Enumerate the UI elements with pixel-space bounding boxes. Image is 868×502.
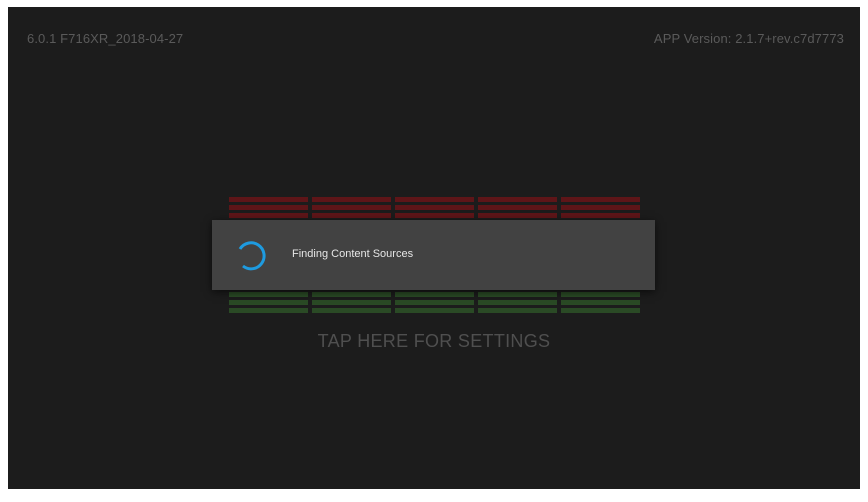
meter-bar-red <box>229 213 308 218</box>
meter-bar-red <box>312 213 391 218</box>
meter-bar-green <box>561 308 640 313</box>
meter-bar-red <box>561 205 640 210</box>
meter-bar-green <box>478 292 557 297</box>
meter-bar-red <box>561 213 640 218</box>
meter-bar-red <box>561 197 640 202</box>
app-screen: 6.0.1 F716XR_2018-04-27 APP Version: 2.1… <box>8 7 860 489</box>
meter-bar-green <box>395 292 474 297</box>
meter-bar-green <box>312 300 391 305</box>
meter-bar-red <box>478 205 557 210</box>
meter-bar-green <box>561 292 640 297</box>
meter-bar-green <box>395 308 474 313</box>
loading-spinner-icon <box>238 241 266 271</box>
meter-bar-green <box>229 300 308 305</box>
meter-bar-green <box>478 300 557 305</box>
meter-bar-green <box>229 292 308 297</box>
meter-bar-green <box>312 292 391 297</box>
meter-bar-red <box>395 197 474 202</box>
settings-button[interactable]: TAP HERE FOR SETTINGS <box>8 331 860 352</box>
app-version-label: APP Version: 2.1.7+rev.c7d7773 <box>653 31 844 46</box>
meter-bar-red <box>395 213 474 218</box>
meter-bar-green <box>478 308 557 313</box>
meter-bar-green <box>312 308 391 313</box>
progress-dialog: Finding Content Sources <box>212 220 655 290</box>
build-info-label: 6.0.1 F716XR_2018-04-27 <box>27 31 184 46</box>
meter-bar-green <box>561 300 640 305</box>
meter-bar-red <box>229 197 308 202</box>
meter-bar-red <box>312 197 391 202</box>
dialog-message: Finding Content Sources <box>292 248 414 260</box>
meter-bar-red <box>478 213 557 218</box>
meter-bar-red <box>312 205 391 210</box>
meter-bar-green <box>229 308 308 313</box>
meter-bar-green <box>395 300 474 305</box>
meter-bar-red <box>229 205 308 210</box>
meter-bar-red <box>478 197 557 202</box>
meter-bar-red <box>395 205 474 210</box>
